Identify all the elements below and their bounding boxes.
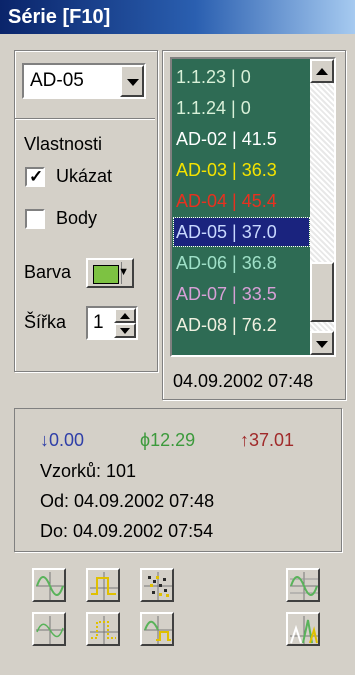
window-title: Série [F10] <box>0 0 355 34</box>
step-wave-icon <box>90 572 118 600</box>
mountain-graph-button[interactable] <box>286 612 320 646</box>
width-increment-button[interactable] <box>114 308 136 323</box>
scatter-points-button[interactable] <box>140 568 174 602</box>
sine-wave-icon <box>36 572 64 600</box>
group-divider <box>15 118 155 119</box>
series-list-item[interactable]: 1.1.24 | 0 <box>174 94 309 122</box>
checkmark-icon: ✓ <box>29 167 44 186</box>
sine-grid-icon <box>290 572 318 600</box>
width-decrement-button[interactable] <box>114 323 136 338</box>
avg-value: ϕ12.29 <box>140 430 196 450</box>
series-list-item[interactable]: AD-05 | 37.0 <box>173 217 310 247</box>
chevron-down-icon <box>127 79 139 86</box>
width-value: 1 <box>93 312 104 333</box>
sine-grid-button[interactable] <box>286 568 320 602</box>
sine-step-icon <box>144 616 172 644</box>
current-time: 04.09.2002 07:48 <box>173 371 314 391</box>
show-label: Ukázat <box>56 166 113 186</box>
points-label: Body <box>56 208 98 228</box>
sine-step-button[interactable] <box>140 612 174 646</box>
series-list-item[interactable]: AD-03 | 36.3 <box>174 156 309 184</box>
scroll-down-button[interactable] <box>310 331 334 355</box>
list-scrollbar[interactable] <box>310 59 334 355</box>
scatter-points-icon <box>144 572 172 600</box>
max-value: ↑37.01 <box>240 430 295 450</box>
series-list-item[interactable]: AD-07 | 33.5 <box>174 280 309 308</box>
width-label: Šířka <box>24 312 67 332</box>
mountain-graph-icon <box>290 616 318 644</box>
arrow-up-icon <box>120 313 130 319</box>
arrow-down-icon <box>120 328 130 334</box>
series-window: Série [F10] AD-05 Vlastnosti ✓ Ukázat Bo… <box>0 0 355 675</box>
scroll-thumb[interactable] <box>310 262 334 322</box>
color-label: Barva <box>24 262 72 282</box>
arrow-down-icon <box>316 341 328 348</box>
series-select-value: AD-05 <box>30 70 84 91</box>
sine-axis-icon <box>36 616 64 644</box>
series-list-item[interactable]: AD-08 | 76.2 <box>174 311 309 339</box>
series-list-item[interactable]: AD-04 | 45.4 <box>174 187 309 215</box>
sine-axis-button[interactable] <box>32 612 66 646</box>
series-list-item[interactable]: 1.1.23 | 0 <box>174 63 309 91</box>
show-checkbox[interactable]: ✓ <box>25 167 45 187</box>
properties-heading: Vlastnosti <box>24 134 103 154</box>
scroll-up-button[interactable] <box>310 59 334 83</box>
color-picker-button[interactable]: ▼ <box>86 258 134 288</box>
dropdown-arrow-button[interactable] <box>120 65 144 97</box>
series-list-item[interactable]: AD-06 | 36.8 <box>174 249 309 277</box>
step-wave-button[interactable] <box>86 568 120 602</box>
sine-wave-button[interactable] <box>32 568 66 602</box>
dotted-step-button[interactable] <box>86 612 120 646</box>
from-time: Od: 04.09.2002 07:48 <box>40 491 215 511</box>
series-list-item[interactable]: AD-02 | 41.5 <box>174 125 309 153</box>
arrow-up-icon <box>316 68 328 75</box>
series-select[interactable]: AD-05 <box>22 63 146 99</box>
to-time: Do: 04.09.2002 07:54 <box>40 521 214 541</box>
color-swatch <box>93 265 119 284</box>
sample-count: Vzorků: 101 <box>40 461 137 481</box>
caret-down-icon: ▼ <box>118 266 129 278</box>
width-stepper[interactable]: 1 <box>86 306 138 340</box>
points-checkbox[interactable] <box>25 209 45 229</box>
min-value: ↓0.00 <box>40 430 85 450</box>
dotted-step-icon <box>90 616 118 644</box>
series-list[interactable]: 1.1.23 | 0 1.1.24 | 0 AD-02 | 41.5 AD-03 | … <box>170 57 336 357</box>
